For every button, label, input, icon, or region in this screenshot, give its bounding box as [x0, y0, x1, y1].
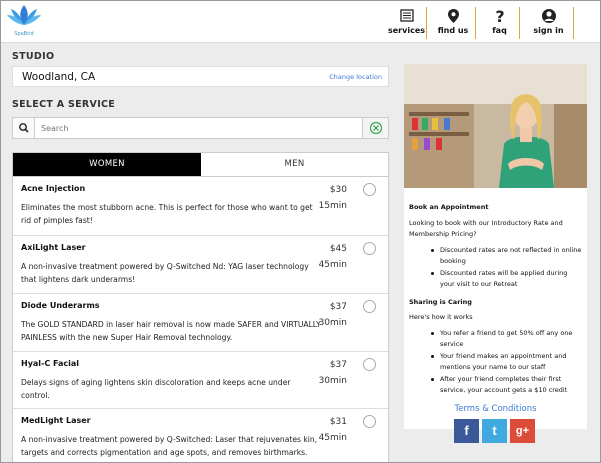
book-points: Discounted rates are not reflected in on…: [409, 245, 584, 291]
service-row[interactable]: MedLight Laser A non-invasive treatment …: [13, 409, 388, 462]
logo-text: SpaBrid: [14, 31, 34, 37]
studio-title: STUDIO: [12, 51, 55, 62]
service-price: $31: [329, 417, 347, 427]
service-row[interactable]: Acne Injection Eliminates the most stubb…: [13, 177, 388, 236]
service-name: Hyal-C Facial: [21, 359, 80, 368]
facebook-icon[interactable]: f: [454, 419, 479, 443]
gender-tabs: WOMEN MEN: [12, 152, 389, 177]
share-point: You refer a friend to get 50% off any on…: [409, 328, 584, 351]
studio-box: Woodland, CA Change location: [12, 66, 389, 87]
share-text: Here's how it works: [409, 313, 473, 321]
social-buttons: f t g+: [454, 419, 538, 443]
search-input[interactable]: [36, 118, 362, 138]
service-duration: 45min: [318, 260, 347, 270]
nav-services-label: services: [387, 26, 426, 35]
services-icon: [400, 9, 414, 22]
change-location-link[interactable]: Change location: [329, 73, 382, 81]
nav-sign-in-label: sign in: [533, 26, 564, 35]
service-description: The GOLD STANDARD in laser hair removal …: [21, 320, 321, 342]
service-price: $45: [329, 244, 347, 254]
service-radio[interactable]: [363, 415, 376, 428]
nav-services[interactable]: services: [387, 7, 427, 39]
nav-sign-in[interactable]: sign in: [524, 7, 574, 39]
share-point: Your friend makes an appointment and men…: [409, 351, 584, 374]
share-point: After your friend completes their first …: [409, 374, 584, 397]
book-text: Looking to book with our Introductory Ra…: [409, 218, 563, 239]
share-title: Sharing is Caring: [409, 297, 472, 306]
studio-name: Woodland, CA: [22, 71, 96, 83]
service-price: $37: [329, 302, 347, 312]
nav-faq-label: faq: [492, 26, 507, 35]
service-duration: 45min: [318, 433, 347, 443]
lotus-logo-icon: [7, 5, 41, 25]
service-duration: 30min: [318, 318, 347, 328]
service-row[interactable]: Diode Underarms The GOLD STANDARD in las…: [13, 294, 388, 352]
select-service-title: SELECT A SERVICE: [12, 99, 116, 110]
svg-text:?: ?: [495, 8, 504, 24]
promo-text: Book an Appointment Looking to book with…: [409, 202, 584, 403]
search-icon: [19, 123, 29, 133]
service-description: A non-invasive treatment powered by Q-Sw…: [21, 262, 309, 284]
book-title: Book an Appointment: [409, 203, 489, 211]
question-icon: ?: [495, 8, 504, 24]
spa-logo[interactable]: SpaBrid: [5, 3, 43, 41]
staff-photo-image: [404, 64, 587, 188]
spa-staff-photo: [404, 64, 587, 188]
service-description: A non-invasive treatment powered by Q-Sw…: [21, 435, 318, 457]
top-header: SpaBrid services find us ? faq sign in: [1, 1, 600, 43]
service-radio[interactable]: [363, 183, 376, 196]
clear-search-button[interactable]: [362, 118, 388, 138]
nav-faq[interactable]: ? faq: [480, 7, 520, 39]
service-duration: 30min: [318, 376, 347, 386]
service-price: $37: [329, 360, 347, 370]
service-radio[interactable]: [363, 358, 376, 371]
service-description: Eliminates the most stubborn acne. This …: [21, 203, 313, 225]
clear-circle-icon: [369, 121, 383, 135]
service-radio[interactable]: [363, 242, 376, 255]
service-name: Diode Underarms: [21, 301, 100, 310]
main-nav: services find us ? faq sign in: [387, 7, 578, 39]
nav-find-us-label: find us: [437, 26, 469, 35]
nav-find-us[interactable]: find us: [431, 7, 476, 39]
book-point: Discounted rates are not reflected in on…: [409, 245, 584, 268]
location-pin-icon: [448, 9, 459, 23]
service-radio[interactable]: [363, 300, 376, 313]
google-plus-icon[interactable]: g+: [510, 419, 535, 443]
search-box: [12, 117, 389, 139]
service-name: Acne Injection: [21, 184, 86, 193]
service-row[interactable]: AxiLight Laser A non-invasive treatment …: [13, 236, 388, 294]
service-name: AxiLight Laser: [21, 243, 86, 252]
service-duration: 15min: [318, 201, 347, 211]
share-points: You refer a friend to get 50% off any on…: [409, 328, 584, 397]
tab-women[interactable]: WOMEN: [13, 153, 201, 176]
service-list: Acne Injection Eliminates the most stubb…: [12, 177, 389, 462]
tab-men[interactable]: MEN: [201, 153, 388, 176]
terms-link[interactable]: Terms & Conditions: [404, 404, 587, 414]
service-description: Delays signs of aging lightens skin disc…: [21, 378, 291, 400]
twitter-icon[interactable]: t: [482, 419, 507, 443]
main-content: STUDIO Woodland, CA Change location SELE…: [1, 43, 600, 462]
user-icon: [542, 9, 556, 23]
service-name: MedLight Laser: [21, 416, 91, 425]
promo-panel: Book an Appointment Looking to book with…: [404, 64, 587, 443]
page-frame: SpaBrid services find us ? faq sign in S…: [0, 0, 601, 463]
service-row[interactable]: Hyal-C Facial Delays signs of aging ligh…: [13, 352, 388, 409]
search-button[interactable]: [13, 118, 35, 138]
service-price: $30: [329, 185, 347, 195]
book-point: Discounted rates will be applied during …: [409, 268, 584, 291]
